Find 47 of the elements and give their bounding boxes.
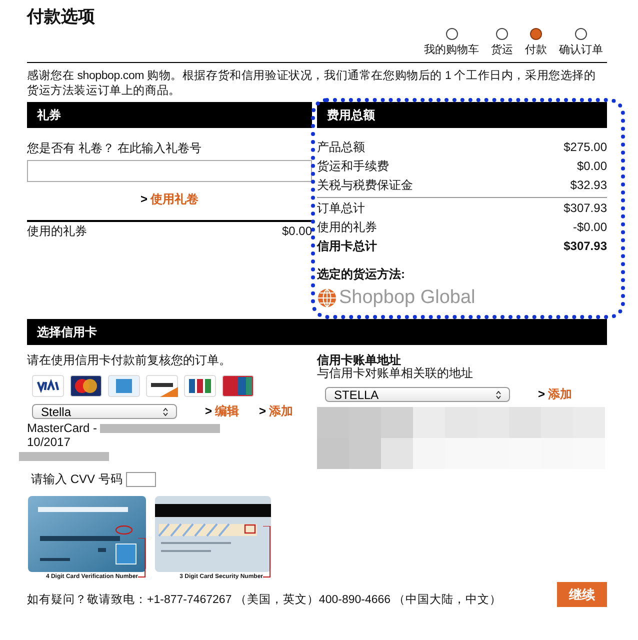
apply-gift-card-link[interactable]: > 使用礼卷: [140, 192, 198, 206]
gift-card-prompt: 您是否有 礼卷？ 在此输入礼卷号: [27, 140, 203, 157]
billing-title: 信用卡账单地址: [317, 354, 402, 367]
section-header: 选择信用卡: [27, 319, 607, 345]
add-address-link[interactable]: > 添加: [538, 386, 572, 403]
cvv-label: 请输入 CVV 号码: [31, 471, 122, 488]
card-number: MasterCard -: [27, 421, 98, 435]
row-value: $0.00: [576, 158, 607, 175]
gift-card-input[interactable]: [27, 160, 312, 182]
review-note: 请在使用信用卡付款前复核您的订单。: [27, 352, 232, 369]
mastercard-logo-icon: [70, 375, 102, 397]
row-value: $275.00: [564, 139, 607, 156]
row-label: 信用卡总计: [317, 238, 378, 255]
row-value: $307.93: [564, 197, 607, 218]
row-value: $0.00: [282, 223, 312, 240]
row-value: $307.93: [564, 238, 607, 255]
shipping-method: Shopbop Global: [339, 287, 476, 309]
intro-text: 感谢您在 shopbop.com 购物。根据存货和信用验证状况，我们通常在您购物后的 1 个工作日内，采用您选择的货运方法装运订单上的商品。: [27, 69, 597, 99]
row-value: -$0.00: [572, 219, 607, 236]
row-value: $32.93: [570, 177, 607, 194]
step-label: 我的购物车: [424, 43, 479, 57]
leader-line: [138, 538, 146, 578]
card-action-link[interactable]: > 添加: [259, 403, 294, 420]
row-label: 使用的礼券: [317, 219, 378, 236]
globe-icon: [317, 288, 337, 308]
leader-line: [263, 526, 271, 578]
step-label: 货运: [491, 43, 513, 57]
row-label: 产品总额: [317, 139, 366, 156]
section-header: 礼券: [27, 102, 312, 128]
card-action-link[interactable]: > 编辑: [205, 403, 240, 420]
cvv-input[interactable]: [126, 472, 156, 487]
help-text: 如有疑问？敬请致电：+1-877-7467267 （美国，英文）400-890-4666 （中国大陆，中文）: [27, 592, 502, 607]
row-label: 货运和手续费: [317, 158, 390, 175]
section-header: 费用总额: [317, 102, 607, 128]
address-select[interactable]: STELLA: [325, 387, 510, 402]
row-label: 使用的礼券: [27, 223, 87, 240]
step-label: 付款: [525, 43, 547, 57]
step-label: 确认订单: [559, 43, 603, 57]
page-title: 付款选项: [27, 6, 96, 28]
shipping-label: 选定的货运方法:: [317, 266, 406, 283]
select-arrows-icon: [496, 390, 501, 398]
row-label: 订单总计: [317, 197, 564, 218]
select-arrows-icon: [163, 408, 168, 416]
card-expiry: 10/2017: [27, 435, 70, 449]
billing-subtitle: 与信用卡对账单相关联的地址: [317, 367, 474, 380]
row-label: 关税与税费保证金: [317, 177, 414, 194]
card-select[interactable]: Stella: [32, 404, 177, 419]
